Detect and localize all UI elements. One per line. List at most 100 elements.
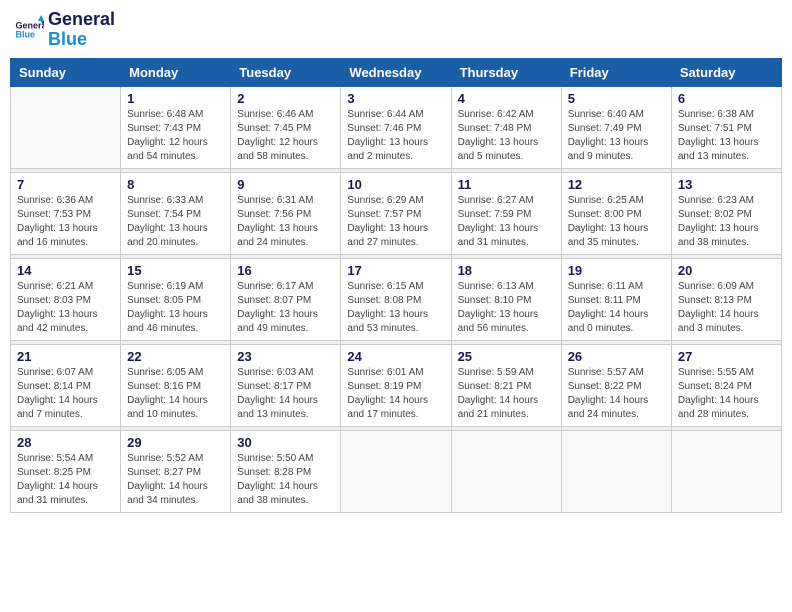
calendar-cell: 4 Sunrise: 6:42 AM Sunset: 7:48 PM Daylig… <box>451 86 561 168</box>
calendar-cell: 17 Sunrise: 6:15 AM Sunset: 8:08 PM Dayli… <box>341 258 451 340</box>
day-number: 20 <box>678 263 775 278</box>
day-info: Sunrise: 5:50 AM Sunset: 8:28 PM Dayligh… <box>237 452 334 508</box>
calendar-cell: 30 Sunrise: 5:50 AM Sunset: 8:28 PM Dayli… <box>231 430 341 512</box>
calendar-cell: 9 Sunrise: 6:31 AM Sunset: 7:56 PM Daylig… <box>231 172 341 254</box>
day-info: Sunrise: 6:21 AM Sunset: 8:03 PM Dayligh… <box>17 280 114 336</box>
day-info: Sunrise: 6:23 AM Sunset: 8:02 PM Dayligh… <box>678 194 775 250</box>
day-number: 1 <box>127 91 224 106</box>
day-info: Sunrise: 5:55 AM Sunset: 8:24 PM Dayligh… <box>678 366 775 422</box>
calendar-week-2: 7 Sunrise: 6:36 AM Sunset: 7:53 PM Daylig… <box>11 172 782 254</box>
calendar-week-1: 1Sunrise: 6:48 AM Sunset: 7:43 PM Daylig… <box>11 86 782 168</box>
day-info: Sunrise: 6:33 AM Sunset: 7:54 PM Dayligh… <box>127 194 224 250</box>
day-number: 6 <box>678 91 775 106</box>
day-number: 28 <box>17 435 114 450</box>
day-number: 19 <box>568 263 665 278</box>
day-number: 9 <box>237 177 334 192</box>
calendar-cell: 1Sunrise: 6:48 AM Sunset: 7:43 PM Daylig… <box>121 86 231 168</box>
calendar-header-row: SundayMondayTuesdayWednesdayThursdayFrid… <box>11 58 782 86</box>
day-number: 27 <box>678 349 775 364</box>
day-number: 26 <box>568 349 665 364</box>
day-number: 18 <box>458 263 555 278</box>
day-number: 8 <box>127 177 224 192</box>
calendar-cell: 2 Sunrise: 6:46 AM Sunset: 7:45 PM Daylig… <box>231 86 341 168</box>
day-info: Sunrise: 6:44 AM Sunset: 7:46 PM Dayligh… <box>347 108 444 164</box>
day-info: Sunrise: 6:03 AM Sunset: 8:17 PM Dayligh… <box>237 366 334 422</box>
day-number: 16 <box>237 263 334 278</box>
calendar-cell <box>11 86 121 168</box>
day-info: Sunrise: 5:57 AM Sunset: 8:22 PM Dayligh… <box>568 366 665 422</box>
day-info: Sunrise: 5:52 AM Sunset: 8:27 PM Dayligh… <box>127 452 224 508</box>
calendar-cell <box>561 430 671 512</box>
day-number: 7 <box>17 177 114 192</box>
day-info: Sunrise: 6:15 AM Sunset: 8:08 PM Dayligh… <box>347 280 444 336</box>
calendar-cell: 15 Sunrise: 6:19 AM Sunset: 8:05 PM Dayli… <box>121 258 231 340</box>
day-number: 3 <box>347 91 444 106</box>
day-number: 21 <box>17 349 114 364</box>
day-info: Sunrise: 6:01 AM Sunset: 8:19 PM Dayligh… <box>347 366 444 422</box>
header-wednesday: Wednesday <box>341 58 451 86</box>
calendar-cell: 7 Sunrise: 6:36 AM Sunset: 7:53 PM Daylig… <box>11 172 121 254</box>
day-info: Sunrise: 6:29 AM Sunset: 7:57 PM Dayligh… <box>347 194 444 250</box>
calendar-cell: 21Sunrise: 6:07 AM Sunset: 8:14 PM Dayli… <box>11 344 121 426</box>
calendar-cell: 26 Sunrise: 5:57 AM Sunset: 8:22 PM Dayli… <box>561 344 671 426</box>
day-info: Sunrise: 6:19 AM Sunset: 8:05 PM Dayligh… <box>127 280 224 336</box>
calendar-cell <box>451 430 561 512</box>
logo-icon: General Blue <box>14 15 44 45</box>
calendar-cell: 8 Sunrise: 6:33 AM Sunset: 7:54 PM Daylig… <box>121 172 231 254</box>
calendar-cell: 10Sunrise: 6:29 AM Sunset: 7:57 PM Dayli… <box>341 172 451 254</box>
day-number: 12 <box>568 177 665 192</box>
calendar-cell: 28Sunrise: 5:54 AM Sunset: 8:25 PM Dayli… <box>11 430 121 512</box>
calendar-cell: 14Sunrise: 6:21 AM Sunset: 8:03 PM Dayli… <box>11 258 121 340</box>
calendar-week-5: 28Sunrise: 5:54 AM Sunset: 8:25 PM Dayli… <box>11 430 782 512</box>
calendar-table: SundayMondayTuesdayWednesdayThursdayFrid… <box>10 58 782 513</box>
day-number: 30 <box>237 435 334 450</box>
header-tuesday: Tuesday <box>231 58 341 86</box>
day-info: Sunrise: 6:46 AM Sunset: 7:45 PM Dayligh… <box>237 108 334 164</box>
day-number: 4 <box>458 91 555 106</box>
day-info: Sunrise: 6:40 AM Sunset: 7:49 PM Dayligh… <box>568 108 665 164</box>
calendar-cell: 5 Sunrise: 6:40 AM Sunset: 7:49 PM Daylig… <box>561 86 671 168</box>
calendar-cell: 29 Sunrise: 5:52 AM Sunset: 8:27 PM Dayli… <box>121 430 231 512</box>
header-saturday: Saturday <box>671 58 781 86</box>
calendar-cell: 19 Sunrise: 6:11 AM Sunset: 8:11 PM Dayli… <box>561 258 671 340</box>
day-info: Sunrise: 6:38 AM Sunset: 7:51 PM Dayligh… <box>678 108 775 164</box>
logo: General Blue General Blue <box>14 10 115 50</box>
calendar-week-3: 14Sunrise: 6:21 AM Sunset: 8:03 PM Dayli… <box>11 258 782 340</box>
calendar-cell: 6 Sunrise: 6:38 AM Sunset: 7:51 PM Daylig… <box>671 86 781 168</box>
calendar-cell: 13 Sunrise: 6:23 AM Sunset: 8:02 PM Dayli… <box>671 172 781 254</box>
calendar-cell: 18Sunrise: 6:13 AM Sunset: 8:10 PM Dayli… <box>451 258 561 340</box>
calendar-week-4: 21Sunrise: 6:07 AM Sunset: 8:14 PM Dayli… <box>11 344 782 426</box>
day-number: 13 <box>678 177 775 192</box>
header-monday: Monday <box>121 58 231 86</box>
calendar-cell: 25 Sunrise: 5:59 AM Sunset: 8:21 PM Dayli… <box>451 344 561 426</box>
calendar-cell: 12 Sunrise: 6:25 AM Sunset: 8:00 PM Dayli… <box>561 172 671 254</box>
calendar-cell: 16 Sunrise: 6:17 AM Sunset: 8:07 PM Dayli… <box>231 258 341 340</box>
calendar-cell: 22Sunrise: 6:05 AM Sunset: 8:16 PM Dayli… <box>121 344 231 426</box>
day-info: Sunrise: 6:42 AM Sunset: 7:48 PM Dayligh… <box>458 108 555 164</box>
day-number: 25 <box>458 349 555 364</box>
day-info: Sunrise: 5:59 AM Sunset: 8:21 PM Dayligh… <box>458 366 555 422</box>
page-header: General Blue General Blue <box>10 10 782 50</box>
header-sunday: Sunday <box>11 58 121 86</box>
day-info: Sunrise: 6:11 AM Sunset: 8:11 PM Dayligh… <box>568 280 665 336</box>
day-number: 15 <box>127 263 224 278</box>
day-number: 5 <box>568 91 665 106</box>
day-number: 17 <box>347 263 444 278</box>
day-info: Sunrise: 6:31 AM Sunset: 7:56 PM Dayligh… <box>237 194 334 250</box>
day-number: 11 <box>458 177 555 192</box>
calendar-cell: 24 Sunrise: 6:01 AM Sunset: 8:19 PM Dayli… <box>341 344 451 426</box>
day-info: Sunrise: 6:17 AM Sunset: 8:07 PM Dayligh… <box>237 280 334 336</box>
day-info: Sunrise: 6:36 AM Sunset: 7:53 PM Dayligh… <box>17 194 114 250</box>
calendar-cell <box>341 430 451 512</box>
logo-text-general: General <box>48 10 115 30</box>
calendar-cell: 3 Sunrise: 6:44 AM Sunset: 7:46 PM Daylig… <box>341 86 451 168</box>
day-info: Sunrise: 6:25 AM Sunset: 8:00 PM Dayligh… <box>568 194 665 250</box>
day-number: 24 <box>347 349 444 364</box>
day-info: Sunrise: 6:05 AM Sunset: 8:16 PM Dayligh… <box>127 366 224 422</box>
day-number: 29 <box>127 435 224 450</box>
calendar-cell: 27 Sunrise: 5:55 AM Sunset: 8:24 PM Dayli… <box>671 344 781 426</box>
day-info: Sunrise: 6:09 AM Sunset: 8:13 PM Dayligh… <box>678 280 775 336</box>
calendar-cell: 23Sunrise: 6:03 AM Sunset: 8:17 PM Dayli… <box>231 344 341 426</box>
header-thursday: Thursday <box>451 58 561 86</box>
day-number: 2 <box>237 91 334 106</box>
